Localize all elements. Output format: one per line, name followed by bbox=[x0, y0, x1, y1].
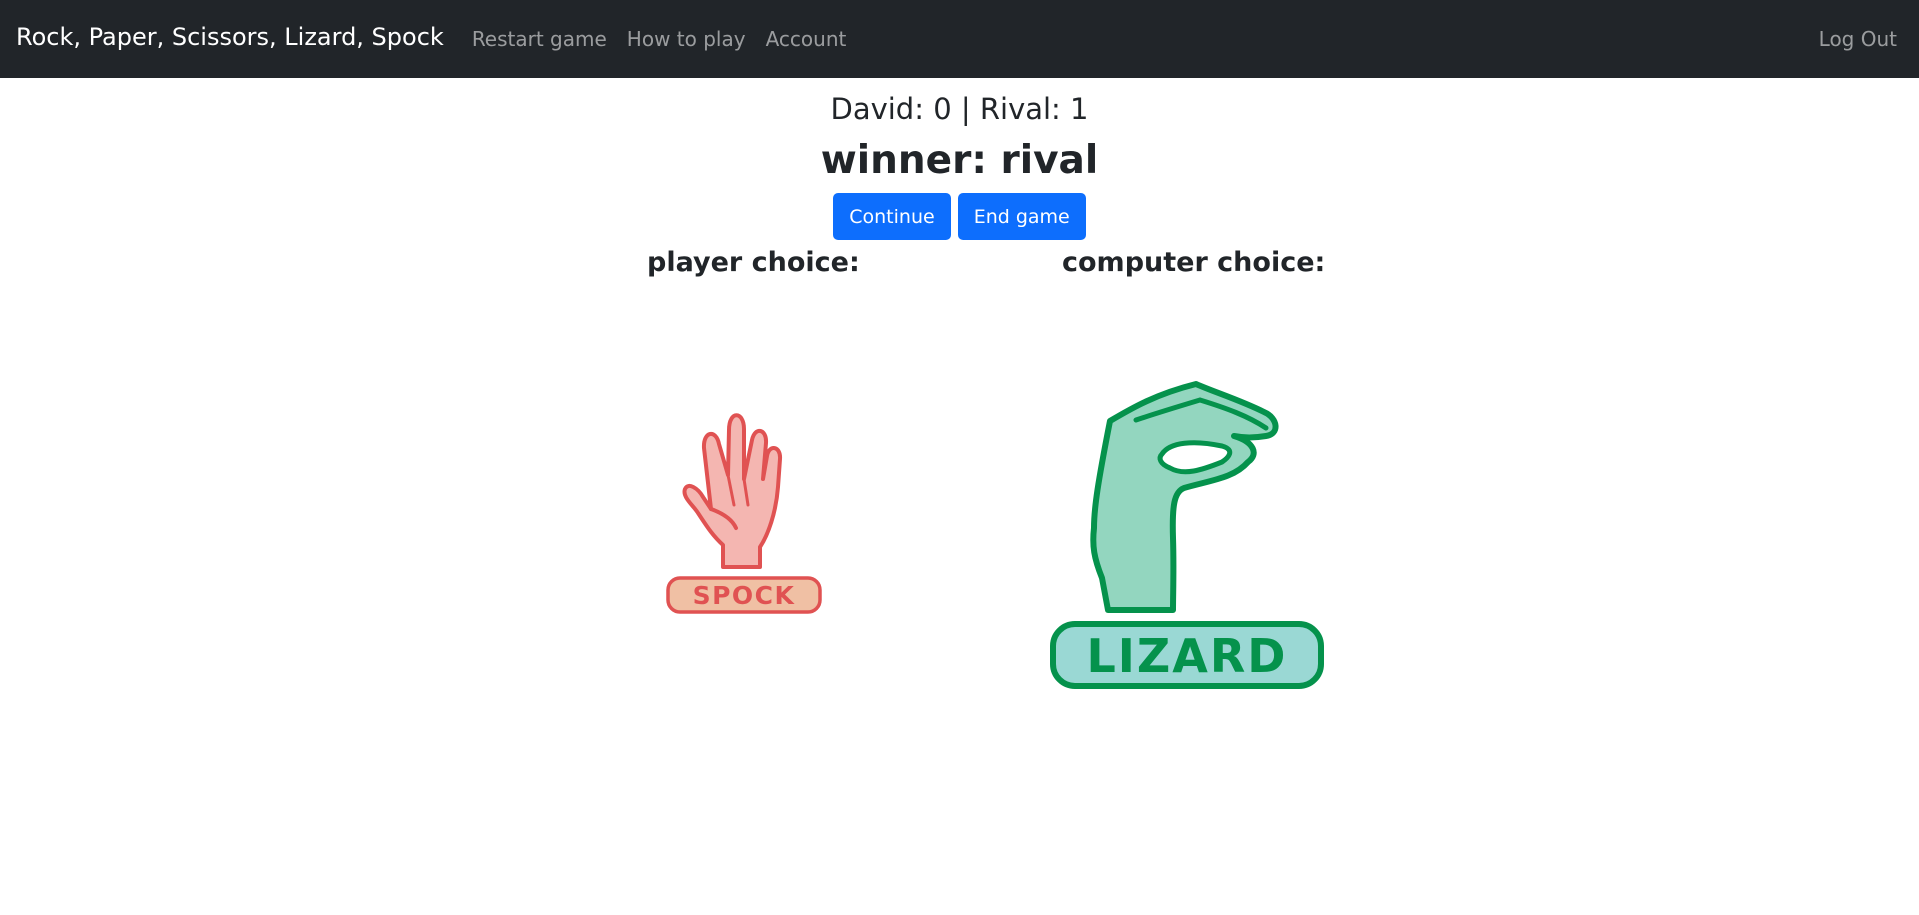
action-buttons: Continue End game bbox=[0, 193, 1919, 240]
spock-hand-icon bbox=[682, 413, 783, 569]
winner-heading: winner: rival bbox=[820, 138, 1099, 183]
nav-log-out[interactable]: Log Out bbox=[1819, 27, 1897, 51]
brand-link[interactable]: Rock, Paper, Scissors, Lizard, Spock bbox=[16, 23, 444, 51]
score-display: David: 0 | Rival: 1 bbox=[830, 92, 1089, 126]
nav-account[interactable]: Account bbox=[766, 27, 847, 51]
lizard-hand-icon bbox=[1090, 381, 1279, 613]
nav-restart-game[interactable]: Restart game bbox=[472, 27, 607, 51]
player-choice-label: player choice: bbox=[647, 247, 860, 278]
lizard-badge-text: LIZARD bbox=[1087, 629, 1288, 683]
computer-choice-label: computer choice: bbox=[1062, 247, 1326, 278]
lizard-hand-image: LIZARD bbox=[1050, 381, 1324, 689]
spock-badge-text: SPOCK bbox=[693, 581, 796, 610]
nav-how-to-play[interactable]: How to play bbox=[627, 27, 746, 51]
top-navbar: Rock, Paper, Scissors, Lizard, Spock Res… bbox=[0, 0, 1919, 78]
spock-hand-image: SPOCK bbox=[666, 413, 822, 614]
end-game-button[interactable]: End game bbox=[957, 193, 1086, 240]
continue-button[interactable]: Continue bbox=[833, 193, 951, 240]
